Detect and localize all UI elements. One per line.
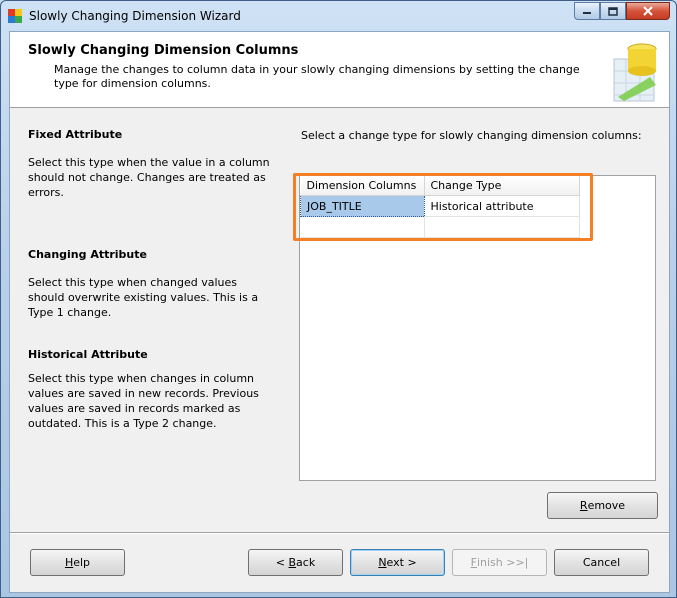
fixed-attribute-text: Select this type when the value in a col… bbox=[28, 156, 270, 199]
cancel-button[interactable]: Cancel bbox=[554, 549, 649, 576]
help-button[interactable]: Help bbox=[30, 549, 125, 576]
changing-attribute-text: Select this type when changed values sho… bbox=[28, 276, 259, 319]
column-header-dimension-columns[interactable]: Dimension Columns bbox=[300, 176, 425, 196]
minimize-icon bbox=[583, 12, 591, 14]
caption-buttons bbox=[574, 2, 670, 21]
next-button[interactable]: Next > bbox=[350, 549, 445, 576]
page-description: Manage the changes to column data in you… bbox=[54, 63, 580, 90]
changing-attribute-heading: Changing Attribute bbox=[28, 248, 147, 261]
page-title: Slowly Changing Dimension Columns bbox=[28, 43, 299, 58]
back-label: ack bbox=[296, 556, 316, 569]
finish-label: inish >>| bbox=[476, 556, 529, 569]
dimension-column-cell-new[interactable] bbox=[300, 216, 425, 238]
button-separator bbox=[10, 532, 669, 534]
remove-label: emove bbox=[587, 499, 626, 512]
cancel-label: Cancel bbox=[582, 556, 621, 569]
historical-attribute-heading: Historical Attribute bbox=[28, 348, 148, 361]
historical-attribute-text: Select this type when changes in column … bbox=[28, 372, 259, 430]
fixed-attribute-heading: Fixed Attribute bbox=[28, 128, 123, 141]
change-type-cell-new[interactable] bbox=[424, 216, 580, 238]
table-row-new bbox=[300, 216, 580, 238]
change-type-grid[interactable]: Dimension Columns Change Type JOB_TITLE … bbox=[299, 175, 656, 481]
window-title: Slowly Changing Dimension Wizard bbox=[29, 9, 241, 23]
finish-button[interactable]: Finish >>| bbox=[452, 549, 547, 576]
remove-accelerator: R bbox=[579, 499, 588, 512]
dimension-wizard-graphic-icon bbox=[613, 43, 657, 102]
maximize-button[interactable] bbox=[600, 2, 626, 20]
help-accelerator: H bbox=[64, 556, 74, 569]
page-header: Slowly Changing Dimension Columns Manage… bbox=[10, 32, 669, 108]
close-icon bbox=[643, 6, 653, 16]
back-button[interactable]: < Back bbox=[248, 549, 343, 576]
wizard-client-area: Slowly Changing Dimension Columns Manage… bbox=[9, 31, 670, 593]
app-icon bbox=[8, 9, 22, 23]
column-header-change-type[interactable]: Change Type bbox=[424, 176, 580, 196]
remove-button[interactable]: Remove bbox=[547, 492, 658, 519]
maximize-icon bbox=[608, 6, 618, 16]
change-type-table: Dimension Columns Change Type JOB_TITLE … bbox=[300, 176, 580, 238]
back-label-prefix: < bbox=[275, 556, 289, 569]
title-bar[interactable]: Slowly Changing Dimension Wizard bbox=[1, 1, 676, 31]
wizard-window: Slowly Changing Dimension Wizard Slowly … bbox=[0, 0, 677, 598]
close-button[interactable] bbox=[626, 2, 670, 20]
grid-instructions: Select a change type for slowly changing… bbox=[301, 129, 642, 142]
grid-header-row: Dimension Columns Change Type bbox=[300, 176, 580, 196]
minimize-button[interactable] bbox=[574, 2, 600, 20]
dimension-column-cell[interactable]: JOB_TITLE bbox=[300, 195, 425, 217]
table-row: JOB_TITLE Historical attribute bbox=[300, 195, 580, 217]
next-label: ext > bbox=[386, 556, 417, 569]
change-type-cell[interactable]: Historical attribute bbox=[424, 195, 580, 217]
next-accelerator: N bbox=[378, 556, 387, 569]
help-label: elp bbox=[73, 556, 91, 569]
back-accelerator: B bbox=[288, 556, 297, 569]
